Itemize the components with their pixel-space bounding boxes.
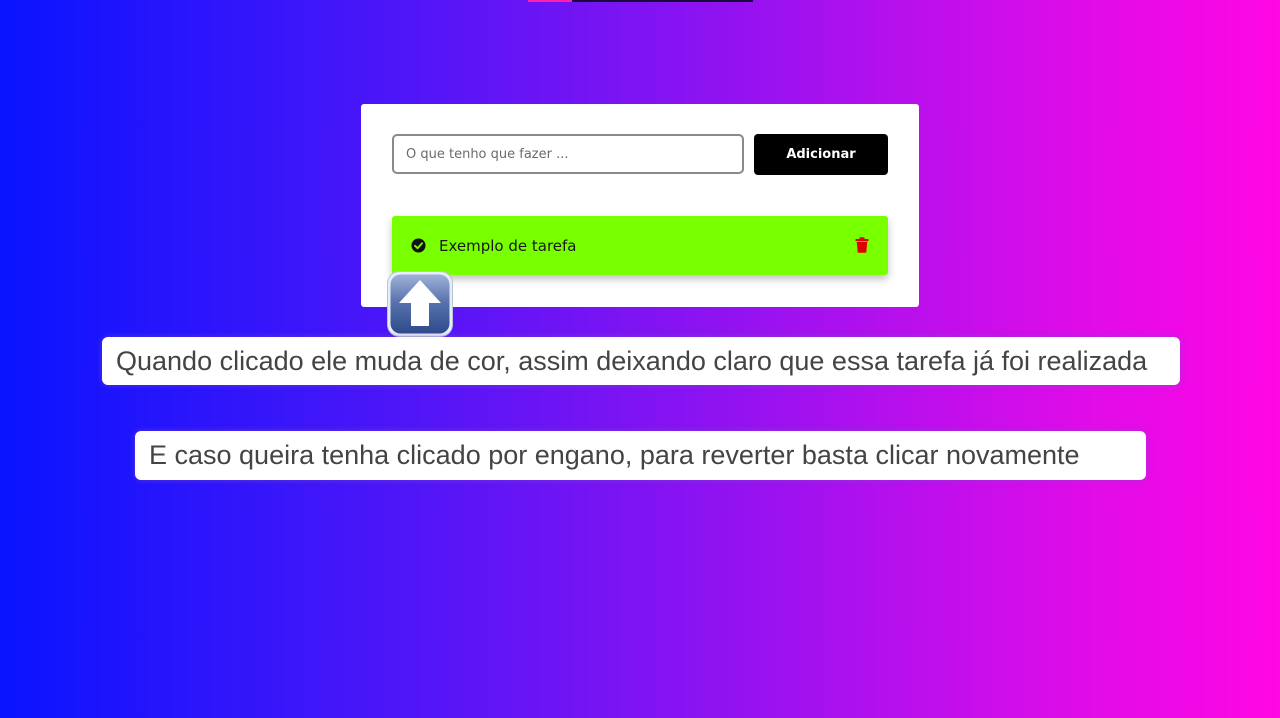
task-label: Exemplo de tarefa xyxy=(439,237,577,255)
up-arrow-emoji-icon xyxy=(387,271,453,337)
check-circle-icon xyxy=(411,238,426,253)
instruction-caption-1: Quando clicado ele muda de cor, assim de… xyxy=(102,337,1180,385)
top-scroll-indicator-accent xyxy=(528,0,572,2)
instruction-caption-2: E caso queira tenha clicado por engano, … xyxy=(135,431,1146,480)
task-input[interactable] xyxy=(392,134,744,174)
task-item-completed[interactable]: Exemplo de tarefa xyxy=(392,216,888,275)
trash-icon[interactable] xyxy=(855,237,869,253)
add-task-button[interactable]: Adicionar xyxy=(754,134,888,175)
top-scroll-indicator xyxy=(528,0,753,2)
